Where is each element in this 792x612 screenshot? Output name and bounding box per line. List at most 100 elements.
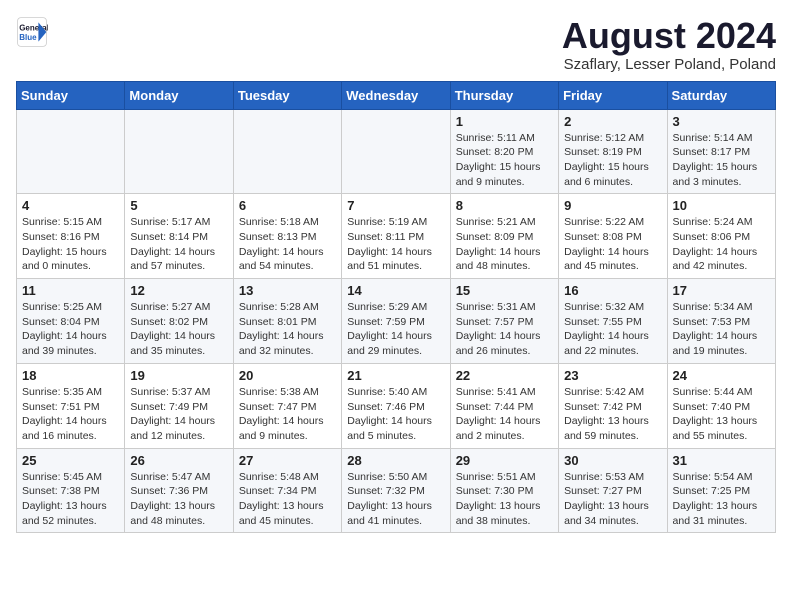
day-number: 29 <box>456 453 553 468</box>
calendar-cell: 16 Sunrise: 5:32 AM Sunset: 7:55 PM Dayli… <box>559 279 667 364</box>
page-header: General Blue August 2024 Szaflary, Lesse… <box>16 16 776 73</box>
day-detail: Sunrise: 5:19 AM Sunset: 8:11 PM Dayligh… <box>347 215 444 274</box>
weekday-sunday: Sunday <box>17 81 125 109</box>
calendar-cell: 20Sunrise: 5:38 AM Sunset: 7:47 PM Dayli… <box>233 363 341 448</box>
calendar-cell: 17 Sunrise: 5:34 AM Sunset: 7:53 PM Dayli… <box>667 279 775 364</box>
calendar-cell: 11Sunrise: 5:25 AM Sunset: 8:04 PM Dayli… <box>17 279 125 364</box>
day-detail: Sunrise: 5:21 AM Sunset: 8:09 PM Dayligh… <box>456 215 553 274</box>
calendar-cell <box>125 109 233 194</box>
calendar-cell: 3 Sunrise: 5:14 AM Sunset: 8:17 PM Daylig… <box>667 109 775 194</box>
calendar-cell: 5Sunrise: 5:17 AM Sunset: 8:14 PM Daylig… <box>125 194 233 279</box>
calendar-cell: 23Sunrise: 5:42 AM Sunset: 7:42 PM Dayli… <box>559 363 667 448</box>
calendar-cell: 9 Sunrise: 5:22 AM Sunset: 8:08 PM Daylig… <box>559 194 667 279</box>
weekday-header-row: SundayMondayTuesdayWednesdayThursdayFrid… <box>17 81 776 109</box>
day-number: 19 <box>130 368 227 383</box>
calendar-cell: 8 Sunrise: 5:21 AM Sunset: 8:09 PM Daylig… <box>450 194 558 279</box>
calendar-cell: 19 Sunrise: 5:37 AM Sunset: 7:49 PM Dayli… <box>125 363 233 448</box>
day-number: 6 <box>239 198 336 213</box>
day-number: 28 <box>347 453 444 468</box>
calendar-week-4: 18 Sunrise: 5:35 AM Sunset: 7:51 PM Dayli… <box>17 363 776 448</box>
calendar-cell <box>342 109 450 194</box>
day-detail: Sunrise: 5:15 AM Sunset: 8:16 PM Dayligh… <box>22 215 119 274</box>
day-number: 25 <box>22 453 119 468</box>
day-number: 10 <box>673 198 770 213</box>
day-number: 23 <box>564 368 661 383</box>
day-number: 15 <box>456 283 553 298</box>
calendar-week-5: 25 Sunrise: 5:45 AM Sunset: 7:38 PM Dayli… <box>17 448 776 533</box>
calendar-cell: 13 Sunrise: 5:28 AM Sunset: 8:01 PM Dayli… <box>233 279 341 364</box>
day-detail: Sunrise: 5:22 AM Sunset: 8:08 PM Dayligh… <box>564 215 661 274</box>
day-number: 27 <box>239 453 336 468</box>
day-number: 9 <box>564 198 661 213</box>
calendar-cell: 30Sunrise: 5:53 AM Sunset: 7:27 PM Dayli… <box>559 448 667 533</box>
day-number: 31 <box>673 453 770 468</box>
calendar-cell: 2 Sunrise: 5:12 AM Sunset: 8:19 PM Daylig… <box>559 109 667 194</box>
weekday-friday: Friday <box>559 81 667 109</box>
calendar-cell: 1 Sunrise: 5:11 AM Sunset: 8:20 PM Daylig… <box>450 109 558 194</box>
day-number: 5 <box>130 198 227 213</box>
day-detail: Sunrise: 5:11 AM Sunset: 8:20 PM Dayligh… <box>456 131 553 190</box>
day-detail: Sunrise: 5:29 AM Sunset: 7:59 PM Dayligh… <box>347 300 444 359</box>
calendar-cell: 31 Sunrise: 5:54 AM Sunset: 7:25 PM Dayli… <box>667 448 775 533</box>
day-number: 11 <box>22 283 119 298</box>
day-detail: Sunrise: 5:41 AM Sunset: 7:44 PM Dayligh… <box>456 385 553 444</box>
day-number: 3 <box>673 114 770 129</box>
day-number: 2 <box>564 114 661 129</box>
day-number: 18 <box>22 368 119 383</box>
day-detail: Sunrise: 5:37 AM Sunset: 7:49 PM Dayligh… <box>130 385 227 444</box>
calendar-cell: 4Sunrise: 5:15 AM Sunset: 8:16 PM Daylig… <box>17 194 125 279</box>
day-detail: Sunrise: 5:27 AM Sunset: 8:02 PM Dayligh… <box>130 300 227 359</box>
day-detail: Sunrise: 5:28 AM Sunset: 8:01 PM Dayligh… <box>239 300 336 359</box>
weekday-wednesday: Wednesday <box>342 81 450 109</box>
day-detail: Sunrise: 5:45 AM Sunset: 7:38 PM Dayligh… <box>22 470 119 529</box>
day-detail: Sunrise: 5:14 AM Sunset: 8:17 PM Dayligh… <box>673 131 770 190</box>
calendar-cell: 26 Sunrise: 5:47 AM Sunset: 7:36 PM Dayli… <box>125 448 233 533</box>
day-detail: Sunrise: 5:48 AM Sunset: 7:34 PM Dayligh… <box>239 470 336 529</box>
month-title: August 2024 <box>562 16 776 56</box>
day-number: 1 <box>456 114 553 129</box>
day-number: 24 <box>673 368 770 383</box>
day-detail: Sunrise: 5:12 AM Sunset: 8:19 PM Dayligh… <box>564 131 661 190</box>
weekday-thursday: Thursday <box>450 81 558 109</box>
day-detail: Sunrise: 5:50 AM Sunset: 7:32 PM Dayligh… <box>347 470 444 529</box>
day-number: 7 <box>347 198 444 213</box>
day-detail: Sunrise: 5:51 AM Sunset: 7:30 PM Dayligh… <box>456 470 553 529</box>
day-detail: Sunrise: 5:54 AM Sunset: 7:25 PM Dayligh… <box>673 470 770 529</box>
day-detail: Sunrise: 5:40 AM Sunset: 7:46 PM Dayligh… <box>347 385 444 444</box>
calendar-week-1: 1 Sunrise: 5:11 AM Sunset: 8:20 PM Daylig… <box>17 109 776 194</box>
day-number: 26 <box>130 453 227 468</box>
day-detail: Sunrise: 5:24 AM Sunset: 8:06 PM Dayligh… <box>673 215 770 274</box>
day-number: 14 <box>347 283 444 298</box>
weekday-monday: Monday <box>125 81 233 109</box>
weekday-saturday: Saturday <box>667 81 775 109</box>
location-subtitle: Szaflary, Lesser Poland, Poland <box>562 56 776 73</box>
day-number: 13 <box>239 283 336 298</box>
day-detail: Sunrise: 5:47 AM Sunset: 7:36 PM Dayligh… <box>130 470 227 529</box>
calendar-table: SundayMondayTuesdayWednesdayThursdayFrid… <box>16 81 776 534</box>
calendar-week-2: 4Sunrise: 5:15 AM Sunset: 8:16 PM Daylig… <box>17 194 776 279</box>
logo: General Blue <box>16 16 48 48</box>
calendar-cell: 15 Sunrise: 5:31 AM Sunset: 7:57 PM Dayli… <box>450 279 558 364</box>
weekday-tuesday: Tuesday <box>233 81 341 109</box>
calendar-cell: 18 Sunrise: 5:35 AM Sunset: 7:51 PM Dayli… <box>17 363 125 448</box>
calendar-week-3: 11Sunrise: 5:25 AM Sunset: 8:04 PM Dayli… <box>17 279 776 364</box>
day-detail: Sunrise: 5:53 AM Sunset: 7:27 PM Dayligh… <box>564 470 661 529</box>
day-number: 12 <box>130 283 227 298</box>
day-number: 8 <box>456 198 553 213</box>
logo-icon: General Blue <box>16 16 48 48</box>
calendar-cell: 22Sunrise: 5:41 AM Sunset: 7:44 PM Dayli… <box>450 363 558 448</box>
day-detail: Sunrise: 5:34 AM Sunset: 7:53 PM Dayligh… <box>673 300 770 359</box>
day-number: 17 <box>673 283 770 298</box>
calendar-cell: 10 Sunrise: 5:24 AM Sunset: 8:06 PM Dayli… <box>667 194 775 279</box>
calendar-cell: 12 Sunrise: 5:27 AM Sunset: 8:02 PM Dayli… <box>125 279 233 364</box>
day-detail: Sunrise: 5:35 AM Sunset: 7:51 PM Dayligh… <box>22 385 119 444</box>
day-number: 21 <box>347 368 444 383</box>
svg-text:Blue: Blue <box>19 33 37 42</box>
day-detail: Sunrise: 5:32 AM Sunset: 7:55 PM Dayligh… <box>564 300 661 359</box>
day-detail: Sunrise: 5:31 AM Sunset: 7:57 PM Dayligh… <box>456 300 553 359</box>
calendar-body: 1 Sunrise: 5:11 AM Sunset: 8:20 PM Daylig… <box>17 109 776 533</box>
day-number: 20 <box>239 368 336 383</box>
calendar-cell: 24Sunrise: 5:44 AM Sunset: 7:40 PM Dayli… <box>667 363 775 448</box>
day-number: 16 <box>564 283 661 298</box>
calendar-cell: 7 Sunrise: 5:19 AM Sunset: 8:11 PM Daylig… <box>342 194 450 279</box>
